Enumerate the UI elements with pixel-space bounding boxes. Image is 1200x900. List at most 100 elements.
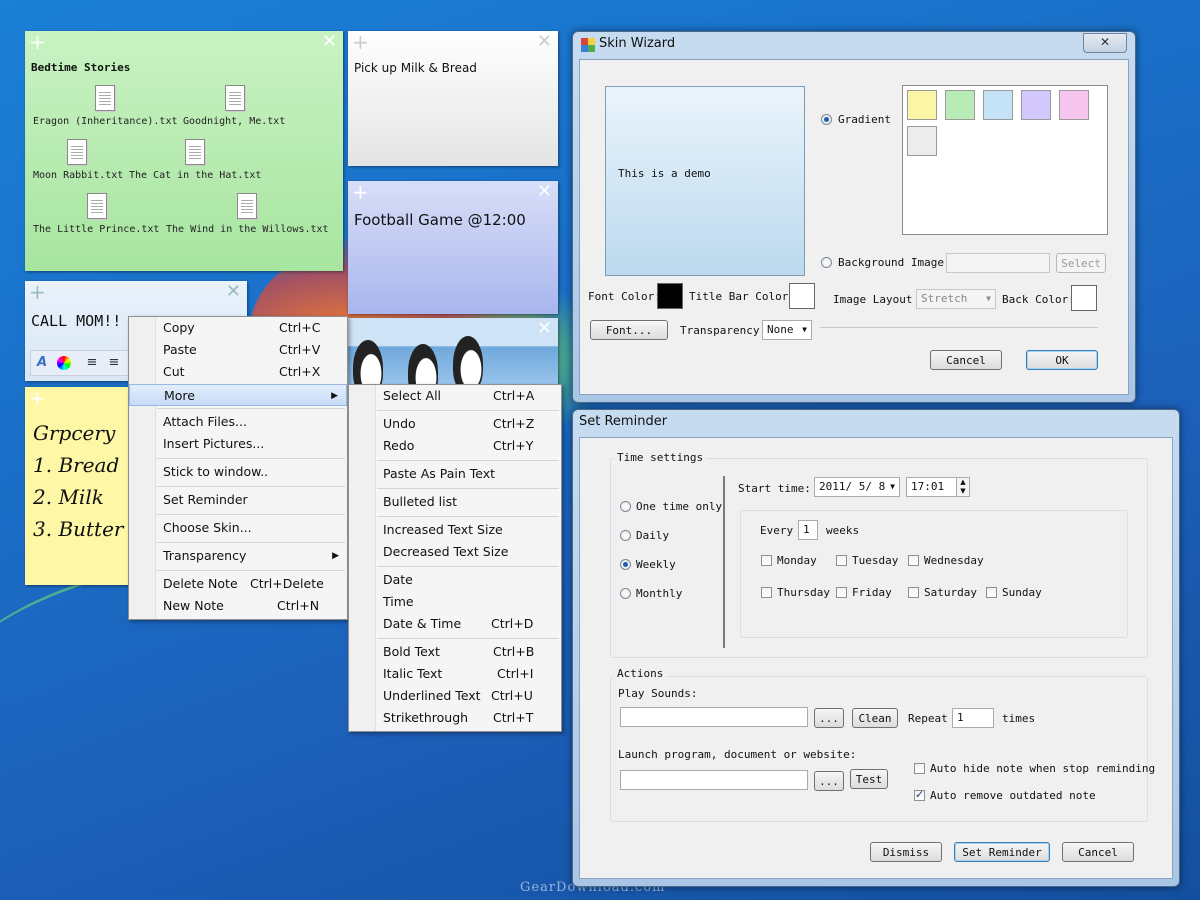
file-label[interactable]: Moon Rabbit.txt bbox=[33, 170, 123, 181]
title-bar[interactable]: Set Reminder bbox=[573, 410, 1179, 436]
menu-item-delete-note[interactable]: Delete Note Ctrl+Delete bbox=[129, 573, 347, 595]
one-time-radio[interactable] bbox=[620, 501, 631, 512]
note-milk-bread[interactable]: + ✕ Pick up Milk & Bread bbox=[348, 31, 558, 166]
tuesday-checkbox[interactable] bbox=[836, 555, 847, 566]
menu-item-attach-files[interactable]: Attach Files... bbox=[129, 411, 347, 433]
menu-item-more[interactable]: More ▶ bbox=[129, 384, 347, 406]
daily-radio[interactable] bbox=[620, 530, 631, 541]
auto-remove-checkbox[interactable] bbox=[914, 788, 925, 801]
menu-item-time[interactable]: Time bbox=[349, 591, 561, 613]
swatch-yellow[interactable] bbox=[907, 90, 937, 120]
file-label[interactable]: The Wind in the Willows.txt bbox=[166, 224, 329, 235]
title-bar[interactable]: Skin Wizard ✕ bbox=[573, 32, 1135, 58]
monday-checkbox[interactable] bbox=[761, 555, 772, 566]
test-button[interactable]: Test bbox=[850, 769, 888, 789]
menu-item-cut[interactable]: Cut Ctrl+X bbox=[129, 361, 347, 383]
file-label[interactable]: The Little Prince.txt bbox=[33, 224, 159, 235]
menu-item-strikethrough[interactable]: Strikethrough Ctrl+T bbox=[349, 707, 561, 729]
gradient-radio[interactable] bbox=[821, 114, 832, 125]
start-date-picker[interactable]: 2011/ 5/ 8 ▼ bbox=[814, 477, 900, 497]
start-time-input[interactable]: 17:01 bbox=[906, 477, 958, 497]
color-picker-icon[interactable] bbox=[57, 356, 71, 370]
new-note-icon[interactable]: + bbox=[29, 388, 46, 408]
menu-item-bulleted-list[interactable]: Bulleted list bbox=[349, 491, 561, 513]
menu-item-underlined-text[interactable]: Underlined Text Ctrl+U bbox=[349, 685, 561, 707]
new-note-icon[interactable]: + bbox=[29, 282, 46, 302]
saturday-checkbox[interactable] bbox=[908, 587, 919, 598]
monthly-radio[interactable] bbox=[620, 588, 631, 599]
menu-item-date[interactable]: Date bbox=[349, 569, 561, 591]
menu-item-copy[interactable]: Copy Ctrl+C bbox=[129, 317, 347, 339]
sunday-checkbox[interactable] bbox=[986, 587, 997, 598]
menu-item-set-reminder[interactable]: Set Reminder bbox=[129, 489, 347, 511]
menu-item-date-time[interactable]: Date & Time Ctrl+D bbox=[349, 613, 561, 635]
wednesday-checkbox[interactable] bbox=[908, 555, 919, 566]
new-note-icon[interactable]: + bbox=[352, 32, 369, 52]
menu-item-increase-text-size[interactable]: Increased Text Size bbox=[349, 519, 561, 541]
file-icon[interactable] bbox=[67, 139, 87, 165]
close-icon[interactable]: ✕ bbox=[322, 33, 337, 51]
menu-item-choose-skin[interactable]: Choose Skin... bbox=[129, 517, 347, 539]
back-color-swatch[interactable] bbox=[1071, 285, 1097, 311]
align-left-icon[interactable]: ≡ bbox=[85, 356, 99, 370]
swatch-gray[interactable] bbox=[907, 126, 937, 156]
browse-sound-button[interactable]: ... bbox=[814, 708, 844, 728]
menu-item-stick-to-window[interactable]: Stick to window.. bbox=[129, 461, 347, 483]
menu-item-redo[interactable]: Redo Ctrl+Y bbox=[349, 435, 561, 457]
launch-input[interactable] bbox=[620, 770, 808, 790]
clean-button[interactable]: Clean bbox=[852, 708, 898, 728]
new-note-icon[interactable]: + bbox=[29, 32, 46, 52]
cancel-button[interactable]: Cancel bbox=[930, 350, 1002, 370]
menu-item-insert-pictures[interactable]: Insert Pictures... bbox=[129, 433, 347, 455]
background-image-radio[interactable] bbox=[821, 257, 832, 268]
menu-item-new-note[interactable]: New Note Ctrl+N bbox=[129, 595, 347, 617]
file-icon[interactable] bbox=[87, 193, 107, 219]
ok-button[interactable]: OK bbox=[1026, 350, 1098, 370]
menu-item-select-all[interactable]: Select All Ctrl+A bbox=[349, 385, 561, 407]
menu-item-decrease-text-size[interactable]: Decreased Text Size bbox=[349, 541, 561, 563]
transparency-select[interactable]: None ▼ bbox=[762, 320, 812, 340]
close-icon[interactable]: ✕ bbox=[537, 33, 552, 51]
time-spinner[interactable]: ▲ ▼ bbox=[956, 477, 970, 497]
menu-item-italic-text[interactable]: Italic Text Ctrl+I bbox=[349, 663, 561, 685]
set-reminder-button[interactable]: Set Reminder bbox=[954, 842, 1050, 862]
font-style-icon[interactable]: A bbox=[35, 356, 49, 370]
menu-item-paste-plain-text[interactable]: Paste As Pain Text bbox=[349, 463, 561, 485]
file-label[interactable]: Goodnight, Me.txt bbox=[183, 116, 285, 127]
note-football[interactable]: + ✕ Football Game @12:00 bbox=[348, 181, 558, 314]
file-icon[interactable] bbox=[185, 139, 205, 165]
menu-item-undo[interactable]: Undo Ctrl+Z bbox=[349, 413, 561, 435]
swatch-green[interactable] bbox=[945, 90, 975, 120]
close-icon[interactable]: ✕ bbox=[537, 320, 552, 338]
auto-hide-checkbox[interactable] bbox=[914, 763, 925, 774]
file-icon[interactable] bbox=[225, 85, 245, 111]
dismiss-button[interactable]: Dismiss bbox=[870, 842, 942, 862]
swatch-pink[interactable] bbox=[1059, 90, 1089, 120]
cancel-button[interactable]: Cancel bbox=[1062, 842, 1134, 862]
file-label[interactable]: The Cat in the Hat.txt bbox=[129, 170, 261, 181]
note-bedtime-stories[interactable]: + ✕ Bedtime Stories Eragon (Inheritance)… bbox=[25, 31, 343, 271]
sound-file-input[interactable] bbox=[620, 707, 808, 727]
menu-item-bold-text[interactable]: Bold Text Ctrl+B bbox=[349, 641, 561, 663]
swatch-blue[interactable] bbox=[983, 90, 1013, 120]
file-label[interactable]: Eragon (Inheritance).txt bbox=[33, 116, 178, 127]
menu-item-paste[interactable]: Paste Ctrl+V bbox=[129, 339, 347, 361]
align-center-icon[interactable]: ≡ bbox=[107, 356, 121, 370]
font-button[interactable]: Font... bbox=[590, 320, 668, 340]
title-bar-color-swatch[interactable] bbox=[789, 283, 815, 309]
note-penguins[interactable]: ✕ bbox=[348, 318, 558, 388]
file-icon[interactable] bbox=[237, 193, 257, 219]
font-color-swatch[interactable] bbox=[657, 283, 683, 309]
weekly-radio[interactable] bbox=[620, 559, 631, 570]
close-icon[interactable]: ✕ bbox=[226, 283, 241, 301]
thursday-checkbox[interactable] bbox=[761, 587, 772, 598]
friday-checkbox[interactable] bbox=[836, 587, 847, 598]
every-input[interactable]: 1 bbox=[798, 520, 818, 540]
close-button[interactable]: ✕ bbox=[1083, 33, 1127, 53]
file-icon[interactable] bbox=[95, 85, 115, 111]
repeat-input[interactable]: 1 bbox=[952, 708, 994, 728]
menu-item-transparency[interactable]: Transparency ▶ bbox=[129, 545, 347, 567]
new-note-icon[interactable]: + bbox=[352, 182, 369, 202]
browse-launch-button[interactable]: ... bbox=[814, 771, 844, 791]
swatch-purple[interactable] bbox=[1021, 90, 1051, 120]
